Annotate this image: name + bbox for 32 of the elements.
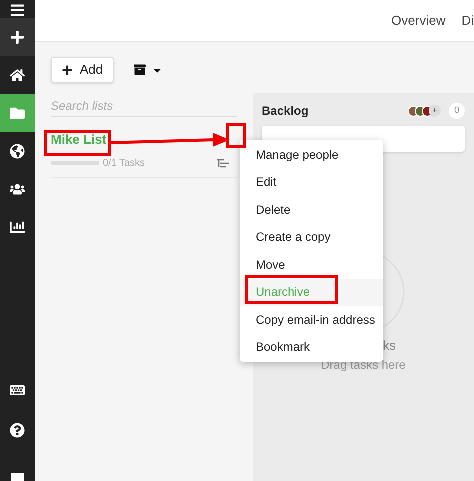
folder-icon bbox=[10, 106, 25, 120]
plus-icon bbox=[62, 64, 73, 76]
globe-icon bbox=[10, 144, 25, 158]
users-icon bbox=[10, 182, 25, 196]
help-icon bbox=[10, 422, 25, 438]
column-title: Backlog bbox=[262, 103, 309, 120]
empty-title: ks bbox=[383, 337, 396, 355]
nav-tab[interactable]: Overview bbox=[392, 10, 446, 30]
menu-item[interactable]: Bookmark bbox=[240, 334, 383, 361]
nav-tab[interactable]: Di bbox=[462, 10, 474, 30]
keyboard-icon bbox=[10, 382, 25, 398]
task-count: 0/1 Tasks bbox=[103, 156, 146, 170]
task-count-badge: 0 bbox=[449, 103, 465, 119]
menu-item[interactable]: Copy email-in address bbox=[240, 306, 383, 334]
annotation-box bbox=[44, 130, 111, 156]
search-field[interactable]: Search lists bbox=[51, 95, 237, 117]
menu-item[interactable]: Create a copy bbox=[240, 224, 383, 251]
bar-chart-icon bbox=[10, 220, 25, 234]
menu-icon bbox=[10, 3, 25, 18]
hierarchy-icon bbox=[217, 158, 229, 168]
annotation-box bbox=[226, 123, 246, 148]
more-members[interactable]: + bbox=[429, 105, 441, 117]
sidebar-item[interactable] bbox=[0, 18, 35, 56]
plus-icon bbox=[10, 30, 25, 44]
menu-item[interactable]: Delete bbox=[240, 196, 383, 224]
menu-item[interactable]: Manage people bbox=[240, 141, 383, 168]
menu-item[interactable]: Move bbox=[240, 251, 383, 278]
archive-dropdown[interactable] bbox=[134, 64, 164, 76]
add-button[interactable]: Add bbox=[51, 57, 114, 83]
menu-item[interactable]: Edit bbox=[240, 168, 383, 196]
archive-icon bbox=[134, 64, 146, 76]
home-icon bbox=[10, 68, 25, 82]
